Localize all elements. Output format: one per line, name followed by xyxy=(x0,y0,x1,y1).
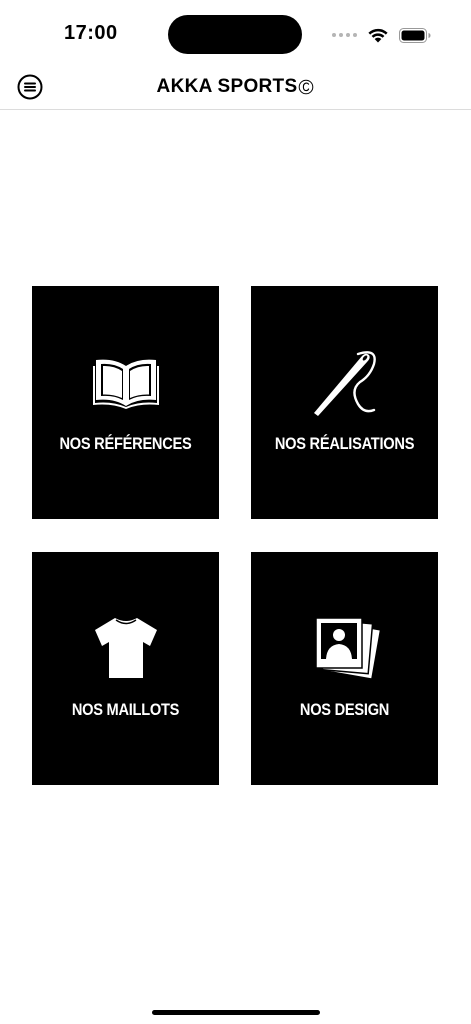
tile-nos-realisations[interactable]: NOS RÉALISATIONS xyxy=(251,286,438,519)
tile-label: NOS MAILLOTS xyxy=(71,700,180,719)
tile-nos-maillots[interactable]: NOS MAILLOTS xyxy=(32,552,219,785)
tile-label: NOS DESIGN xyxy=(299,700,390,719)
nav-bar: AKKA SPORTS xyxy=(0,66,471,110)
dynamic-island xyxy=(168,15,302,54)
copyright-c-icon xyxy=(299,79,314,95)
tshirt-icon xyxy=(94,618,157,678)
sewing-needle-icon xyxy=(313,351,376,416)
battery-icon xyxy=(399,27,431,43)
tile-label: NOS RÉALISATIONS xyxy=(274,434,415,453)
brand-title: AKKA SPORTS xyxy=(0,76,471,98)
tile-nos-design[interactable]: NOS DESIGN xyxy=(251,552,438,785)
tile-label: NOS RÉFÉRENCES xyxy=(59,434,192,453)
status-bar: 17:00 xyxy=(0,0,471,66)
brand-text: AKKA SPORTS xyxy=(156,76,298,97)
status-time: 17:00 xyxy=(64,22,118,44)
status-indicators xyxy=(332,23,431,47)
tile-nos-references[interactable]: NOS RÉFÉRENCES xyxy=(32,286,219,519)
app-screen: 17:00 AKKA SPORTS NOS RÉFÉRENCES NOS RÉA… xyxy=(0,0,471,1024)
home-indicator[interactable] xyxy=(152,1010,320,1015)
wifi-icon xyxy=(368,28,388,43)
photo-stack-icon xyxy=(314,617,380,681)
cellular-signal-icon xyxy=(332,33,357,37)
open-book-icon xyxy=(92,359,159,409)
